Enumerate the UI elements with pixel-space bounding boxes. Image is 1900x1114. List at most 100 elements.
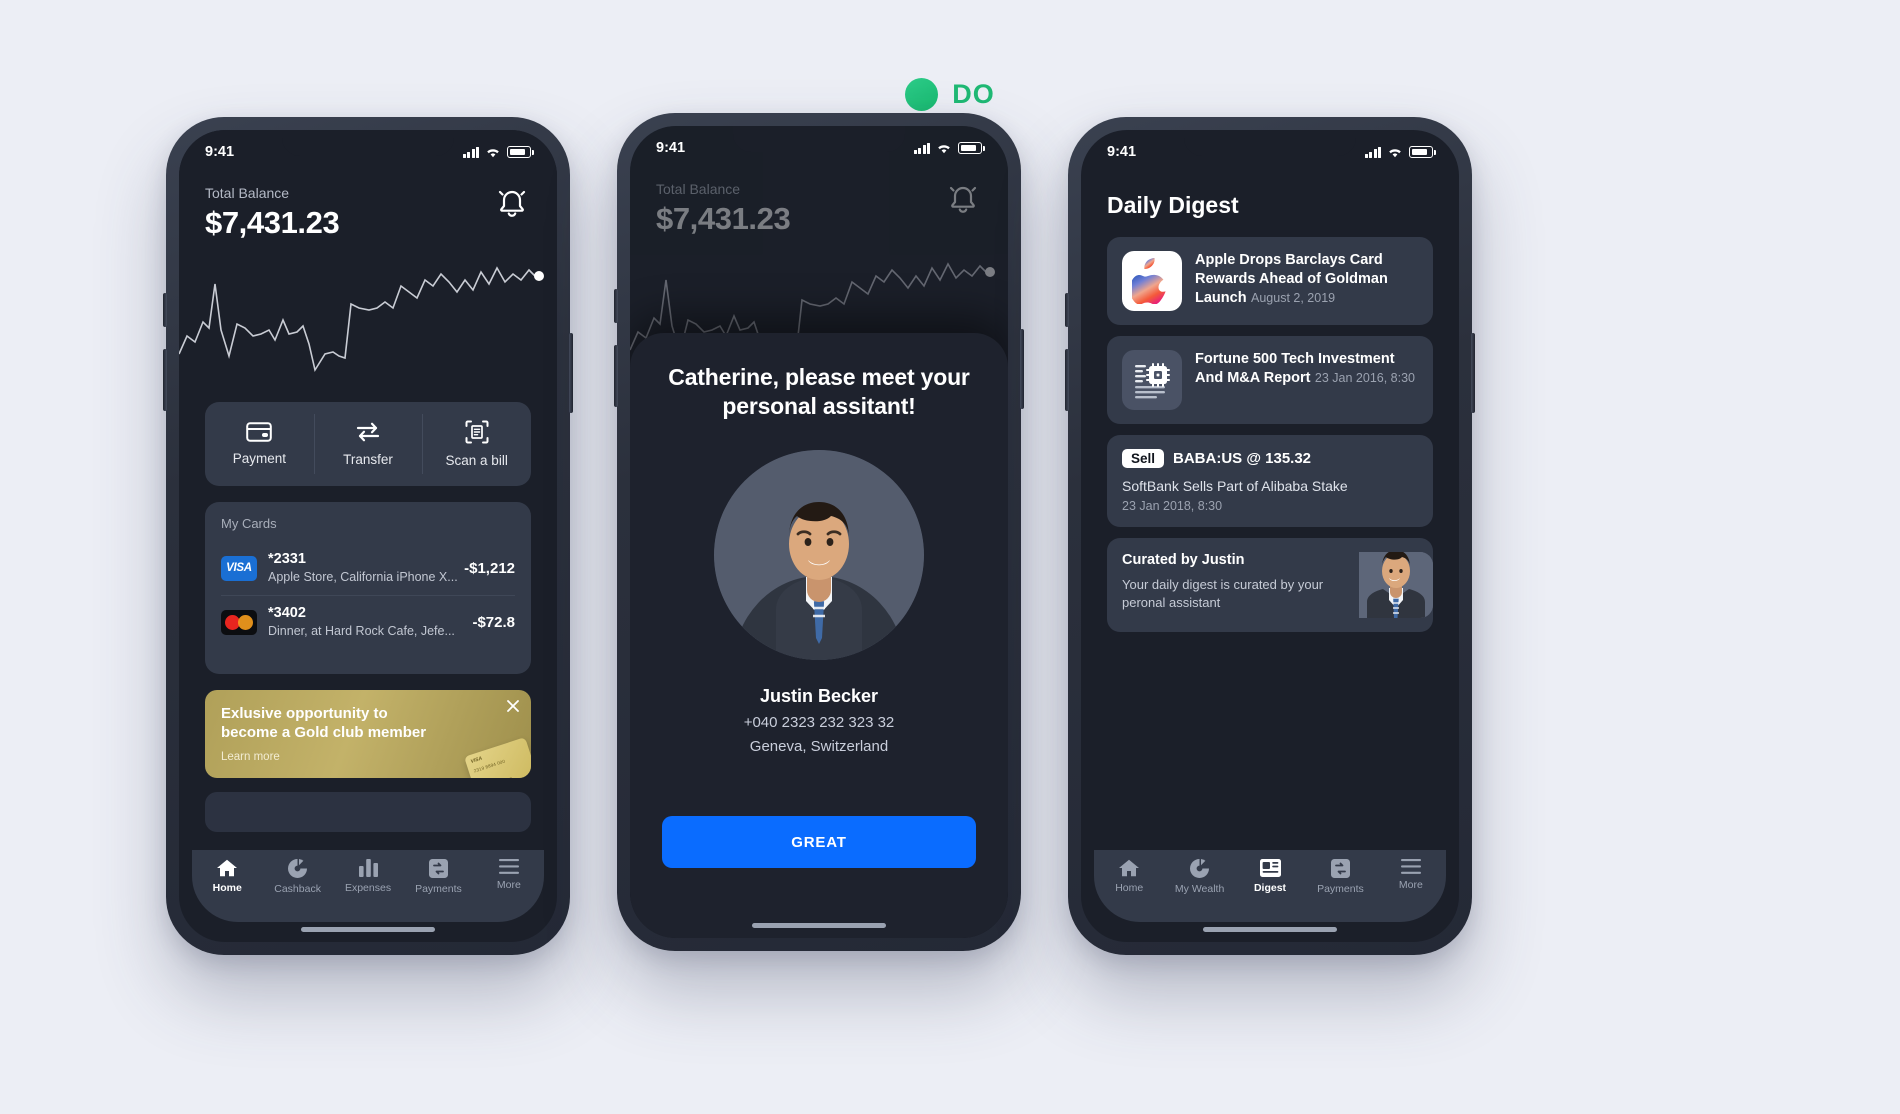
tab-label: My Wealth (1174, 883, 1225, 895)
next-card-peek (205, 792, 531, 832)
digest-item-curated[interactable]: Curated by Justin Your daily digest is c… (1107, 538, 1433, 632)
home-indicator[interactable] (752, 923, 886, 928)
scan-bill-icon (465, 420, 489, 444)
brand-name: DO (952, 79, 995, 109)
donut-chart-icon (1190, 859, 1210, 878)
transaction-row[interactable]: *3402 Dinner, at Hard Rock Cafe, Jefe...… (221, 595, 515, 649)
transaction-amount: -$72.8 (472, 613, 515, 631)
tab-label: More (1398, 879, 1423, 891)
balance-value: $7,431.23 (205, 205, 340, 240)
digest-item-news[interactable]: Apple Drops Barclays Card Rewards Ahead … (1107, 237, 1433, 325)
home-indicator[interactable] (1203, 927, 1337, 932)
hamburger-icon (1400, 859, 1421, 874)
phone-home: 9:41 Total Balance $7,431.23 Payment Tra… (163, 117, 573, 955)
phone-assistant: 9:41 Total Balance $7,431.23 Catherine, … (614, 113, 1024, 951)
status-badge: Sell (1122, 449, 1165, 468)
tab-bar: Home My Wealth Digest Payments More (1094, 850, 1446, 922)
digest-item-ticker[interactable]: Sell BABA:US @ 135.32 SoftBank Sells Par… (1107, 435, 1433, 527)
action-transfer[interactable]: Transfer (313, 402, 423, 486)
visa-logo-icon: VISA (221, 555, 257, 581)
signal-icon (913, 142, 930, 154)
payments-icon (1330, 859, 1350, 878)
home-icon (217, 859, 238, 877)
digest-item-date: 23 Jan 2016, 8:30 (1314, 370, 1415, 385)
tab-label: More (496, 879, 521, 891)
digest-feed: Apple Drops Barclays Card Rewards Ahead … (1107, 237, 1433, 838)
tab-payments[interactable]: Payments (1305, 859, 1375, 895)
transaction-description: Apple Store, California iPhone X... (268, 570, 458, 584)
tab-digest[interactable]: Digest (1235, 859, 1305, 894)
tab-expenses[interactable]: Expenses (333, 859, 403, 894)
curated-title: Curated by Justin (1122, 552, 1245, 568)
action-label: Transfer (343, 452, 393, 467)
tab-label: Home (212, 882, 242, 894)
news-icon (1259, 859, 1281, 877)
balance-value: $7,431.23 (656, 201, 791, 236)
assistant-photo (1359, 552, 1433, 618)
balance-label: Total Balance (656, 181, 741, 197)
tab-label: Expenses (344, 882, 392, 894)
mastercard-logo-icon (221, 609, 257, 635)
home-indicator[interactable] (301, 927, 435, 932)
power-button[interactable] (569, 333, 573, 413)
tab-label: Cashback (274, 883, 321, 895)
assistant-name: Justin Becker (759, 685, 879, 706)
great-button[interactable]: GREAT (662, 816, 976, 868)
gold-club-promo-banner[interactable]: Exlusive opportunity to become a Gold cl… (205, 690, 531, 778)
bell-icon[interactable] (493, 185, 531, 223)
action-label: Scan a bill (445, 453, 508, 468)
power-button[interactable] (1020, 329, 1024, 409)
balance-sparkline-chart (179, 266, 544, 373)
donut-chart-icon (288, 859, 308, 878)
hamburger-icon (498, 859, 519, 874)
action-payment[interactable]: Payment (205, 402, 314, 486)
battery-icon (1409, 146, 1436, 158)
tab-cashback[interactable]: Cashback (262, 859, 332, 895)
tab-label: Home (1115, 882, 1144, 894)
tab-more[interactable]: More (1376, 859, 1446, 891)
promo-title: Exlusive opportunity to become a Gold cl… (221, 705, 427, 742)
digest-item-news[interactable]: Fortune 500 Tech Investment And M&A Repo… (1107, 336, 1433, 424)
curated-text: Curated by Justin Your daily digest is c… (1122, 552, 1346, 612)
transaction-row[interactable]: VISA *2331 Apple Store, California iPhon… (221, 541, 515, 595)
sparkline-endpoint (534, 271, 544, 281)
tab-home[interactable]: Home (1094, 859, 1164, 894)
transaction-description: Dinner, at Hard Rock Cafe, Jefe... (268, 624, 455, 638)
close-icon[interactable] (506, 699, 520, 713)
wifi-icon (487, 149, 499, 158)
wifi-icon (938, 145, 950, 154)
tab-label: Payments (1317, 883, 1364, 895)
tab-my-wealth[interactable]: My Wealth (1164, 859, 1234, 895)
my-cards-title: My Cards (221, 516, 277, 531)
sparkline-endpoint (985, 267, 995, 277)
brand-logo: DO (0, 78, 1900, 111)
tab-label: Payments (415, 883, 462, 895)
assistant-intro-sheet: Catherine, please meet your personal ass… (630, 333, 1008, 938)
ticker-header: Sell BABA:US @ 135.32 (1122, 449, 1418, 468)
balance-block: Total Balance $7,431.23 (205, 185, 340, 241)
tab-label: Digest (1253, 882, 1287, 894)
transfer-arrows-icon (356, 422, 380, 442)
action-scan-bill[interactable]: Scan a bill (422, 402, 531, 486)
tab-home[interactable]: Home (192, 859, 262, 894)
balance-label: Total Balance (205, 185, 290, 201)
tab-more[interactable]: More (474, 859, 544, 891)
card-number: *3402 (268, 605, 306, 621)
digest-item-text: Apple Drops Barclays Card Rewards Ahead … (1195, 251, 1418, 311)
transaction-info: *3402 Dinner, at Hard Rock Cafe, Jefe... (268, 604, 461, 640)
tab-payments[interactable]: Payments (403, 859, 473, 895)
digest-item-date: August 2, 2019 (1251, 290, 1336, 305)
action-label: Payment (232, 451, 286, 466)
signal-icon (1364, 146, 1381, 158)
assistant-phone: +040 2323 232 323 32 (743, 713, 895, 731)
power-button[interactable] (1471, 333, 1475, 413)
notch (282, 130, 454, 156)
payments-icon (428, 859, 448, 878)
digest-item-title: SoftBank Sells Part of Alibaba Stake (1122, 478, 1348, 494)
credit-card-icon (246, 422, 273, 442)
balance-block: Total Balance $7,431.23 (656, 181, 791, 237)
wifi-icon (1389, 149, 1401, 158)
my-cards-panel: My Cards VISA *2331 Apple Store, Califor… (205, 502, 531, 674)
apple-logo-icon (1122, 251, 1182, 311)
status-time: 9:41 (205, 144, 235, 160)
